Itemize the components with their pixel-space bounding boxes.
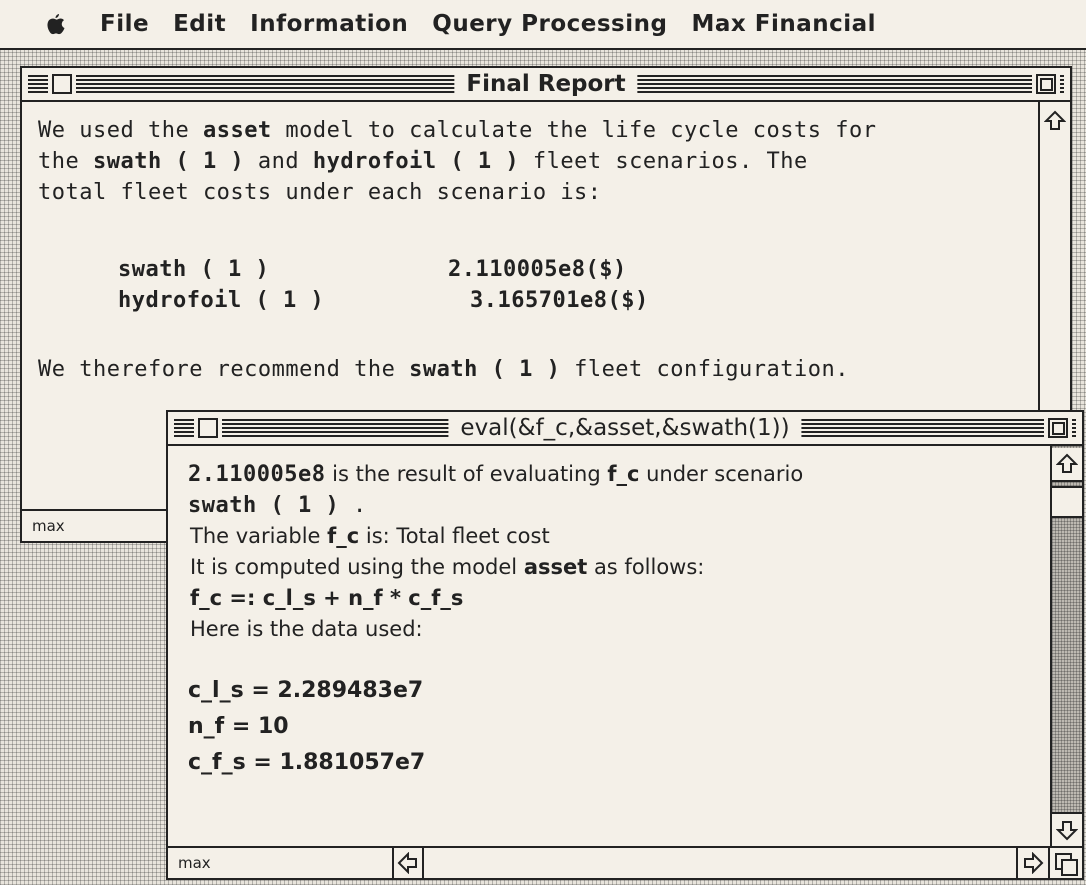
report-text: fleet scenarios. The: [519, 149, 808, 174]
eval-titlebar[interactable]: eval(&f_c,&asset,&swath(1)): [168, 412, 1082, 446]
eval-statusbar: max: [168, 846, 1082, 878]
menu-file[interactable]: File: [100, 11, 149, 37]
report-text: model to calculate the life cycle costs …: [271, 118, 877, 143]
scroll-left-arrow-icon[interactable]: [392, 848, 424, 878]
cost-row: swath ( 1 ) 2.110005e8($): [38, 257, 1028, 288]
final-report-content: We used the asset model to calculate the…: [38, 118, 1028, 388]
zoom-box-icon[interactable]: [1048, 418, 1068, 438]
zoom-box-icon[interactable]: [1036, 74, 1056, 94]
menu-information[interactable]: Information: [250, 11, 408, 37]
result-value: 2.110005e8: [188, 462, 326, 487]
formula-line: f_c =: c_l_s + n_f * c_f_s: [190, 586, 464, 610]
grow-box-icon[interactable]: [1048, 848, 1082, 878]
data-value-line: c_f_s = 1.881057e7: [188, 750, 426, 775]
scroll-right-arrow-icon[interactable]: [1016, 848, 1048, 878]
cost-row-value: 2.110005e8($): [448, 257, 627, 282]
variable-name: f_c: [607, 462, 640, 486]
scenario-end: .: [339, 493, 367, 518]
model-name: asset: [202, 118, 272, 143]
eval-text: is: Total fleet cost: [359, 524, 550, 548]
scroll-up-arrow-icon[interactable]: [1052, 448, 1082, 482]
cost-row-scenario: swath ( 1 ): [118, 257, 270, 282]
computed-line: It is computed using the model asset as …: [188, 555, 1048, 586]
scroll-thumb[interactable]: [1052, 486, 1082, 518]
report-text: and: [244, 149, 313, 174]
report-line-3: total fleet costs under each scenario is…: [38, 180, 602, 205]
variable-name: f_c: [327, 524, 360, 548]
scroll-down-arrow-icon[interactable]: [1052, 812, 1082, 846]
eval-text: It is computed using the model: [190, 555, 524, 579]
scenario-name: swath ( 1 ): [92, 149, 245, 174]
variable-line: The variable f_c is: Total fleet cost: [188, 524, 1048, 555]
report-line-2: the swath ( 1 ) and hydrofoil ( 1 ) flee…: [38, 149, 1028, 180]
data-intro-line: Here is the data used:: [190, 617, 423, 641]
eval-title: eval(&f_c,&asset,&swath(1)): [448, 415, 802, 441]
menu-edit[interactable]: Edit: [173, 11, 226, 37]
data-value-line: c_l_s = 2.289483e7: [188, 678, 424, 703]
close-box-icon[interactable]: [52, 74, 72, 94]
data-value-line: n_f = 10: [188, 714, 289, 739]
scenario-name: hydrofoil ( 1 ): [312, 149, 520, 174]
eval-text: The variable: [190, 524, 328, 548]
model-name: asset: [523, 555, 588, 579]
report-text: the: [38, 149, 93, 174]
hscroll-track[interactable]: [424, 848, 1016, 878]
final-report-title: Final Report: [454, 71, 638, 97]
report-text: fleet configuration.: [560, 357, 849, 382]
scenario-name: swath ( 1 ): [409, 357, 561, 382]
result-text: under scenario: [639, 462, 804, 486]
eval-scrollbar[interactable]: [1050, 446, 1082, 846]
final-report-titlebar[interactable]: Final Report: [22, 68, 1070, 102]
result-text: is the result of evaluating: [325, 462, 608, 486]
cost-row: hydrofoil ( 1 ) 3.165701e8($): [38, 288, 1028, 319]
scenario-name: swath ( 1 ): [188, 493, 340, 518]
report-text: We therefore recommend the: [38, 357, 410, 382]
recommendation-line: We therefore recommend the swath ( 1 ) f…: [38, 357, 1028, 388]
scroll-up-arrow-icon[interactable]: [1040, 106, 1070, 136]
status-label: max: [32, 517, 65, 535]
menu-max-financial[interactable]: Max Financial: [691, 11, 876, 37]
cost-row-value: 3.165701e8($): [470, 288, 649, 313]
report-text: We used the: [38, 118, 203, 143]
eval-content: 2.110005e8 is the result of evaluating f…: [188, 462, 1048, 786]
status-label: max: [178, 854, 211, 872]
cost-row-scenario: hydrofoil ( 1 ): [118, 288, 325, 313]
result-line: 2.110005e8 is the result of evaluating f…: [188, 462, 1048, 493]
report-line-1: We used the asset model to calculate the…: [38, 118, 1028, 149]
menu-bar: File Edit Information Query Processing M…: [0, 0, 1086, 50]
close-box-icon[interactable]: [198, 418, 218, 438]
apple-icon[interactable]: [46, 13, 66, 35]
eval-text: as follows:: [587, 555, 705, 579]
scenario-line: swath ( 1 ) .: [188, 493, 1048, 524]
menu-query-processing[interactable]: Query Processing: [432, 11, 667, 37]
eval-window: eval(&f_c,&asset,&swath(1)) 2.110005e8 i…: [166, 410, 1084, 880]
